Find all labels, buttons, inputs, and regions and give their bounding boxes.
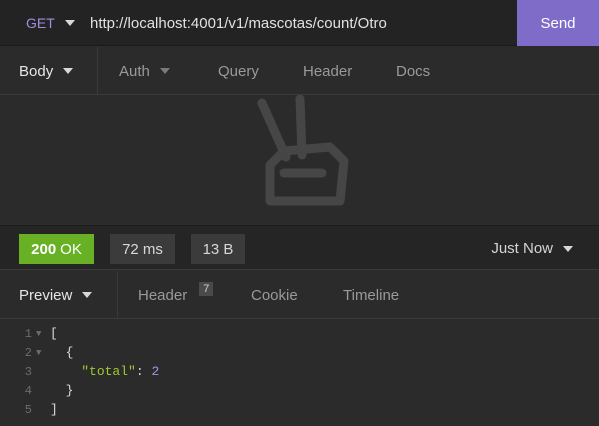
line-number: 2 — [24, 345, 32, 360]
tab-docs-label: Docs — [396, 62, 431, 80]
chevron-down-icon — [563, 245, 573, 252]
line-number: 1 — [24, 326, 32, 341]
tab-divider — [97, 47, 98, 95]
peace-hand-icon — [257, 95, 349, 206]
tab-body[interactable]: Body — [19, 47, 74, 95]
line-number: 3 — [24, 364, 32, 379]
url-bar: GET Send — [0, 0, 599, 46]
url-input[interactable] — [90, 0, 510, 46]
code-text: "total": 2 — [50, 364, 159, 379]
line-number: 5 — [24, 402, 32, 417]
json-value: 2 — [151, 364, 160, 379]
tab-timeline[interactable]: Timeline — [343, 271, 399, 319]
send-button[interactable]: Send — [517, 0, 599, 46]
chevron-down-icon — [63, 68, 74, 74]
fold-arrow-icon[interactable]: ▼ — [36, 348, 41, 358]
history-label: Just Now — [491, 240, 553, 257]
tab-auth[interactable]: Auth — [119, 47, 170, 95]
tab-auth-label: Auth — [119, 62, 150, 80]
tab-cookie[interactable]: Cookie — [251, 271, 298, 319]
tab-body-label: Body — [19, 62, 54, 80]
chevron-down-icon — [82, 292, 93, 298]
tab-header[interactable]: Header — [303, 47, 352, 95]
tab-docs[interactable]: Docs — [396, 47, 430, 95]
code-text: { — [50, 345, 74, 360]
tab-timeline-label: Timeline — [343, 286, 400, 304]
tab-divider — [117, 271, 118, 319]
fold-arrow-icon[interactable]: ▼ — [36, 329, 41, 339]
tab-response-header-label: Header — [138, 286, 188, 304]
request-body-pane — [0, 95, 599, 225]
tab-query[interactable]: Query — [218, 47, 259, 95]
request-tabs: Body Auth Query Header Docs — [0, 47, 599, 95]
line-number: 4 — [24, 383, 32, 398]
response-tabs: Preview Header 7 Cookie Timeline — [0, 271, 599, 319]
tab-response-header[interactable]: Header 7 — [138, 271, 214, 319]
code-text: } — [50, 383, 74, 398]
response-time-badge: 72 ms — [110, 234, 175, 264]
code-line: 3 "total": 2 — [0, 362, 599, 381]
tab-query-label: Query — [218, 62, 259, 80]
code-line: 2 ▼ { — [0, 343, 599, 362]
chevron-down-icon — [159, 68, 170, 74]
response-status-bar: 200 OK 72 ms 13 B Just Now — [0, 225, 599, 270]
status-code: 200 — [31, 240, 57, 258]
response-preview: 1 ▼ [ 2 ▼ { 3 "total": 2 4 } 5 ] — [0, 322, 599, 426]
chevron-down-icon — [64, 20, 75, 26]
method-label: GET — [26, 15, 55, 31]
code-line: 4 } — [0, 381, 599, 400]
code-text: ] — [50, 402, 58, 417]
tab-header-label: Header — [303, 62, 353, 80]
tab-cookie-label: Cookie — [251, 286, 298, 304]
response-size-badge: 13 B — [191, 234, 245, 264]
method-selector[interactable]: GET — [26, 0, 75, 46]
history-dropdown[interactable]: Just Now — [491, 226, 573, 271]
header-count-badge: 7 — [199, 282, 214, 296]
code-line: 1 ▼ [ — [0, 324, 599, 343]
status-text: OK — [60, 240, 82, 258]
code-line: 5 ] — [0, 400, 599, 419]
json-key: "total" — [81, 364, 136, 379]
tab-preview[interactable]: Preview — [19, 271, 93, 319]
json-separator: : — [135, 364, 152, 379]
code-text: [ — [50, 326, 58, 341]
status-badge: 200 OK — [19, 234, 94, 264]
tab-preview-label: Preview — [19, 286, 73, 304]
